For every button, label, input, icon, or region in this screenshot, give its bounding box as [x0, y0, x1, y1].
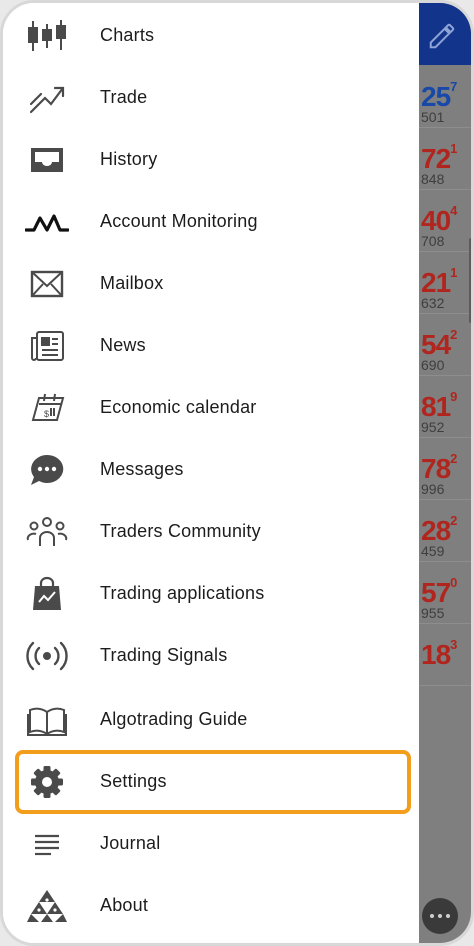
menu-item-mailbox[interactable]: Mailbox [3, 253, 419, 315]
chat-fab-button[interactable] [422, 898, 458, 934]
quote-price-superscript: 1 [450, 141, 457, 156]
quote-price-superscript: 2 [450, 513, 457, 528]
menu-item-label: History [100, 149, 158, 169]
quote-row[interactable]: 404 708 [419, 189, 471, 252]
quote-secondary-price: 708 [421, 233, 445, 249]
quote-row[interactable]: 819 952 [419, 375, 471, 438]
menu-item-label: Account Monitoring [100, 211, 258, 231]
menu-item-journal[interactable]: Journal [3, 813, 419, 875]
journal-lines-icon [25, 826, 69, 862]
quote-row[interactable]: 721 848 [419, 127, 471, 190]
navigation-drawer: Charts Trade History Account Monitoring … [3, 3, 419, 943]
quote-price-digits: 81 [421, 391, 451, 422]
quote-price-digits: 72 [421, 143, 451, 174]
phone-frame: 257 501 721 848 404 708 211 632 542 690 819 952 782 9… [0, 0, 474, 946]
quote-row[interactable]: 282 459 [419, 499, 471, 562]
quote-row[interactable]: 183 [419, 623, 471, 686]
menu-item-label: News [100, 335, 146, 355]
menu-item-messages[interactable]: Messages [3, 439, 419, 501]
quote-secondary-price: 996 [421, 481, 445, 497]
quote-secondary-price: 690 [421, 357, 445, 373]
quote-price-digits: 28 [421, 515, 451, 546]
trade-trend-icon [25, 80, 69, 116]
quote-price-superscript: 9 [450, 389, 457, 404]
menu-item-news[interactable]: News [3, 315, 419, 377]
quote-secondary-price: 459 [421, 543, 445, 559]
open-book-icon [25, 702, 69, 738]
menu-item-label: Mailbox [100, 273, 164, 293]
menu-item-label: Journal [100, 833, 161, 853]
envelope-icon [25, 266, 69, 302]
menu-item-label: Economic calendar [100, 397, 257, 417]
quote-secondary-price: 848 [421, 171, 445, 187]
svg-text:$: $ [44, 409, 49, 419]
menu-item-history[interactable]: History [3, 129, 419, 191]
community-people-icon [25, 514, 69, 550]
background-quotes-panel: 257 501 721 848 404 708 211 632 542 690 819 952 782 9… [419, 3, 471, 943]
quote-price-digits: 25 [421, 81, 451, 112]
candlestick-chart-icon [25, 18, 69, 54]
quote-price-superscript: 0 [450, 575, 457, 590]
quote-row[interactable]: 782 996 [419, 437, 471, 500]
edit-pencil-icon[interactable] [427, 21, 457, 51]
quote-row[interactable]: 570 955 [419, 561, 471, 624]
quote-row[interactable]: 257 501 [419, 65, 471, 128]
quote-row[interactable]: 211 632 [419, 251, 471, 314]
quote-secondary-price: 501 [421, 109, 445, 125]
menu-item-label: Traders Community [100, 521, 261, 541]
menu-item-economic-calendar[interactable]: $ Economic calendar [3, 377, 419, 439]
quote-price-digits: 78 [421, 453, 451, 484]
menu-item-settings[interactable]: Settings [3, 751, 419, 813]
quote-price-digits: 57 [421, 577, 451, 608]
menu-item-label: Algotrading Guide [100, 709, 248, 729]
chat-bubble-icon [25, 452, 69, 488]
quote-row[interactable]: 542 690 [419, 313, 471, 376]
menu-item-label: Trading applications [100, 583, 265, 603]
quote-price-superscript: 2 [450, 451, 457, 466]
quote-price-superscript: 1 [450, 265, 457, 280]
menu-item-label: Settings [100, 771, 167, 791]
menu-item-label: Messages [100, 459, 184, 479]
scrollbar[interactable] [469, 238, 471, 323]
broadcast-signal-icon [25, 638, 69, 674]
menu-item-label: Trading Signals [100, 645, 228, 665]
menu-item-trading-signals[interactable]: Trading Signals [3, 625, 419, 687]
quote-price-superscript: 4 [450, 203, 457, 218]
quote-price-digits: 21 [421, 267, 451, 298]
quote-secondary-price: 955 [421, 605, 445, 621]
menu-item-trade[interactable]: Trade [3, 67, 419, 129]
quote-price-superscript: 2 [450, 327, 457, 342]
quote-price-superscript: 7 [450, 79, 457, 94]
menu-item-trading-applications[interactable]: Trading applications [3, 563, 419, 625]
calendar-icon: $ [25, 390, 69, 426]
shopping-bag-icon [25, 576, 69, 612]
quote-price-digits: 40 [421, 205, 451, 236]
gear-icon [25, 764, 69, 800]
monitoring-wave-icon [25, 204, 69, 240]
quote-secondary-price: 632 [421, 295, 445, 311]
inbox-tray-icon [25, 142, 69, 178]
quote-price-digits: 18 [421, 639, 451, 670]
menu-item-algotrading-guide[interactable]: Algotrading Guide [3, 689, 419, 751]
quote-price: 183 [421, 637, 457, 671]
menu-item-label: About [100, 895, 149, 915]
newspaper-icon [25, 328, 69, 364]
menu-item-label: Trade [100, 87, 148, 107]
quote-price-digits: 54 [421, 329, 451, 360]
background-toolbar [419, 3, 471, 65]
quote-price-superscript: 3 [450, 637, 457, 652]
menu-item-label: Charts [100, 25, 155, 45]
quote-secondary-price: 952 [421, 419, 445, 435]
menu-item-about[interactable]: About [3, 875, 419, 937]
menu-item-account-monitoring[interactable]: Account Monitoring [3, 191, 419, 253]
menu-item-traders-community[interactable]: Traders Community [3, 501, 419, 563]
menu-item-charts[interactable]: Charts [3, 5, 419, 67]
about-logo-icon [25, 888, 69, 924]
